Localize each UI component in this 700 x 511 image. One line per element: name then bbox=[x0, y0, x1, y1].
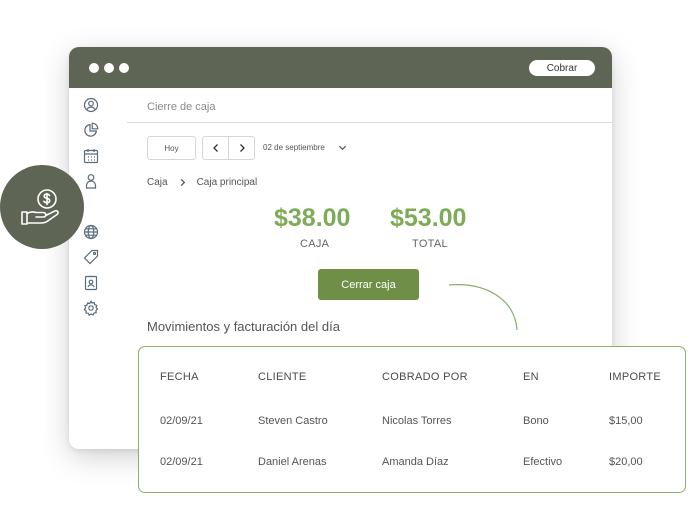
table-cell: $20,00 bbox=[609, 456, 643, 468]
close-register-button[interactable]: Cerrar caja bbox=[318, 269, 419, 300]
tag-icon[interactable] bbox=[83, 249, 99, 265]
table-cell: Bono bbox=[523, 415, 549, 427]
column-header-cliente: CLIENTE bbox=[258, 371, 307, 383]
chevron-left-icon bbox=[212, 144, 218, 152]
window-dot[interactable] bbox=[119, 63, 129, 73]
gear-icon[interactable] bbox=[83, 300, 99, 316]
table-cell: Steven Castro bbox=[258, 415, 328, 427]
window-controls bbox=[89, 63, 129, 73]
today-button[interactable]: Hoy bbox=[147, 136, 196, 160]
cobrar-button[interactable]: Cobrar bbox=[529, 60, 595, 76]
table-cell: 02/09/21 bbox=[160, 415, 203, 427]
table-cell: 02/09/21 bbox=[160, 456, 203, 468]
table-cell: Nicolas Torres bbox=[382, 415, 452, 427]
badge-icon[interactable] bbox=[83, 275, 99, 291]
total-label: TOTAL bbox=[412, 238, 448, 250]
person-icon[interactable] bbox=[83, 173, 99, 189]
table-cell: Efectivo bbox=[523, 456, 563, 468]
title-bar: Cobrar bbox=[69, 47, 612, 88]
previous-day-button[interactable] bbox=[202, 136, 229, 160]
user-circle-icon[interactable] bbox=[83, 97, 99, 113]
window-dot[interactable] bbox=[89, 63, 99, 73]
hand-money-icon bbox=[21, 189, 59, 225]
caja-label: CAJA bbox=[300, 238, 330, 250]
calendar-icon[interactable] bbox=[83, 148, 99, 164]
money-hand-badge bbox=[0, 165, 84, 249]
column-header-importe: IMPORTE bbox=[609, 371, 662, 383]
total-amount: $53.00 bbox=[390, 204, 467, 232]
breadcrumb-item-caja[interactable]: Caja bbox=[147, 177, 168, 188]
column-header-en: EN bbox=[523, 371, 539, 383]
chevron-right-icon bbox=[180, 178, 185, 187]
globe-icon[interactable] bbox=[83, 224, 99, 240]
window-dot[interactable] bbox=[104, 63, 114, 73]
page-title: Cierre de caja bbox=[147, 101, 216, 113]
breadcrumb: Caja Caja principal bbox=[147, 177, 257, 188]
next-day-button[interactable] bbox=[228, 136, 255, 160]
table-cell: Daniel Arenas bbox=[258, 456, 327, 468]
header-divider bbox=[127, 122, 612, 123]
breadcrumb-item-caja-principal[interactable]: Caja principal bbox=[197, 177, 258, 188]
pie-chart-icon[interactable] bbox=[83, 122, 99, 138]
chevron-right-icon bbox=[239, 144, 245, 152]
table-cell: $15,00 bbox=[609, 415, 643, 427]
table-cell: Amanda Díaz bbox=[382, 456, 449, 468]
section-title: Movimientos y facturación del día bbox=[147, 319, 340, 334]
column-header-cobrado-por: COBRADO POR bbox=[382, 371, 468, 383]
connector-line bbox=[448, 284, 518, 331]
date-picker-value[interactable]: 02 de septiembre bbox=[263, 143, 325, 152]
caja-amount: $38.00 bbox=[274, 204, 351, 232]
column-header-fecha: FECHA bbox=[160, 371, 199, 383]
chevron-down-icon[interactable] bbox=[338, 143, 347, 152]
